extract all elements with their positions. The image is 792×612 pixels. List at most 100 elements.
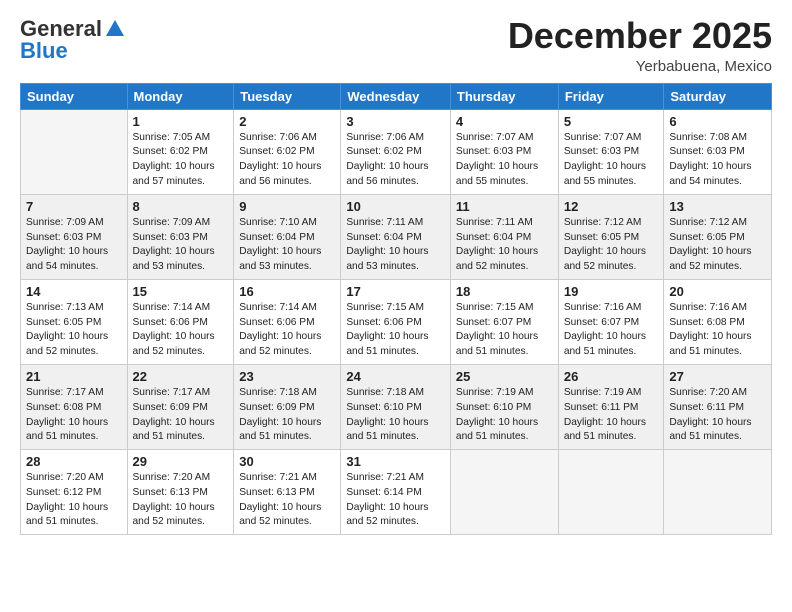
calendar-cell: 25 Sunrise: 7:19 AMSunset: 6:10 PMDayligh… — [450, 364, 558, 449]
week-row-1: 1 Sunrise: 7:05 AMSunset: 6:02 PMDaylight… — [21, 109, 772, 194]
logo-icon — [104, 18, 126, 40]
calendar-cell: 19 Sunrise: 7:16 AMSunset: 6:07 PMDayligh… — [558, 279, 664, 364]
calendar-cell — [450, 450, 558, 535]
day-number: 31 — [346, 454, 445, 469]
col-header-wednesday: Wednesday — [341, 83, 451, 109]
day-info: Sunrise: 7:07 AMSunset: 6:03 PMDaylight:… — [456, 131, 553, 190]
calendar-cell: 28 Sunrise: 7:20 AMSunset: 6:12 PMDayligh… — [21, 450, 128, 535]
day-number: 5 — [564, 114, 659, 129]
calendar-cell — [21, 109, 128, 194]
day-info: Sunrise: 7:14 AMSunset: 6:06 PMDaylight:… — [239, 301, 335, 360]
day-info: Sunrise: 7:12 AMSunset: 6:05 PMDaylight:… — [669, 216, 766, 275]
day-info: Sunrise: 7:21 AMSunset: 6:13 PMDaylight:… — [239, 471, 335, 530]
col-header-monday: Monday — [127, 83, 234, 109]
day-info: Sunrise: 7:09 AMSunset: 6:03 PMDaylight:… — [26, 216, 122, 275]
week-row-4: 21 Sunrise: 7:17 AMSunset: 6:08 PMDayligh… — [21, 364, 772, 449]
day-number: 22 — [133, 369, 229, 384]
month-title: December 2025 — [508, 16, 772, 56]
calendar-cell: 16Sunrise: 7:14 AMSunset: 6:06 PMDayligh… — [234, 279, 341, 364]
day-number: 18 — [456, 284, 553, 299]
logo-blue: Blue — [20, 38, 68, 64]
header: General Blue December 2025 Yerbabuena, M… — [20, 16, 772, 75]
calendar-cell: 7 Sunrise: 7:09 AMSunset: 6:03 PMDaylight… — [21, 194, 128, 279]
calendar-cell: 17 Sunrise: 7:15 AMSunset: 6:06 PMDayligh… — [341, 279, 451, 364]
day-info: Sunrise: 7:13 AMSunset: 6:05 PMDaylight:… — [26, 301, 122, 360]
day-info: Sunrise: 7:06 AMSunset: 6:02 PMDaylight:… — [239, 131, 335, 190]
week-row-5: 28 Sunrise: 7:20 AMSunset: 6:12 PMDayligh… — [21, 450, 772, 535]
calendar-cell: 4 Sunrise: 7:07 AMSunset: 6:03 PMDaylight… — [450, 109, 558, 194]
day-info: Sunrise: 7:11 AMSunset: 6:04 PMDaylight:… — [346, 216, 445, 275]
day-info: Sunrise: 7:16 AMSunset: 6:08 PMDaylight:… — [669, 301, 766, 360]
logo: General Blue — [20, 16, 126, 64]
day-number: 12 — [564, 199, 659, 214]
calendar-cell: 23 Sunrise: 7:18 AMSunset: 6:09 PMDayligh… — [234, 364, 341, 449]
day-number: 15 — [133, 284, 229, 299]
day-number: 25 — [456, 369, 553, 384]
day-number: 9 — [239, 199, 335, 214]
day-number: 27 — [669, 369, 766, 384]
day-info: Sunrise: 7:14 AMSunset: 6:06 PMDaylight:… — [133, 301, 229, 360]
day-number: 13 — [669, 199, 766, 214]
day-info: Sunrise: 7:21 AMSunset: 6:14 PMDaylight:… — [346, 471, 445, 530]
calendar-cell: 11 Sunrise: 7:11 AMSunset: 6:04 PMDayligh… — [450, 194, 558, 279]
day-info: Sunrise: 7:19 AMSunset: 6:10 PMDaylight:… — [456, 386, 553, 445]
day-info: Sunrise: 7:12 AMSunset: 6:05 PMDaylight:… — [564, 216, 659, 275]
col-header-sunday: Sunday — [21, 83, 128, 109]
calendar-cell: 1 Sunrise: 7:05 AMSunset: 6:02 PMDaylight… — [127, 109, 234, 194]
calendar-cell: 22 Sunrise: 7:17 AMSunset: 6:09 PMDayligh… — [127, 364, 234, 449]
calendar-cell: 20 Sunrise: 7:16 AMSunset: 6:08 PMDayligh… — [664, 279, 772, 364]
day-number: 7 — [26, 199, 122, 214]
day-number: 28 — [26, 454, 122, 469]
day-number: 4 — [456, 114, 553, 129]
day-number: 3 — [346, 114, 445, 129]
day-info: Sunrise: 7:09 AMSunset: 6:03 PMDaylight:… — [133, 216, 229, 275]
calendar-cell — [664, 450, 772, 535]
day-info: Sunrise: 7:10 AMSunset: 6:04 PMDaylight:… — [239, 216, 335, 275]
calendar-cell: 27 Sunrise: 7:20 AMSunset: 6:11 PMDayligh… — [664, 364, 772, 449]
calendar-cell: 12 Sunrise: 7:12 AMSunset: 6:05 PMDayligh… — [558, 194, 664, 279]
day-info: Sunrise: 7:11 AMSunset: 6:04 PMDaylight:… — [456, 216, 553, 275]
calendar-cell: 15 Sunrise: 7:14 AMSunset: 6:06 PMDayligh… — [127, 279, 234, 364]
calendar-cell: 13 Sunrise: 7:12 AMSunset: 6:05 PMDayligh… — [664, 194, 772, 279]
day-info: Sunrise: 7:18 AMSunset: 6:10 PMDaylight:… — [346, 386, 445, 445]
day-number: 10 — [346, 199, 445, 214]
calendar-cell: 10 Sunrise: 7:11 AMSunset: 6:04 PMDayligh… — [341, 194, 451, 279]
day-number: 30 — [239, 454, 335, 469]
day-info: Sunrise: 7:20 AMSunset: 6:13 PMDaylight:… — [133, 471, 229, 530]
day-info: Sunrise: 7:15 AMSunset: 6:06 PMDaylight:… — [346, 301, 445, 360]
day-info: Sunrise: 7:08 AMSunset: 6:03 PMDaylight:… — [669, 131, 766, 190]
day-number: 24 — [346, 369, 445, 384]
day-number: 11 — [456, 199, 553, 214]
day-number: 23 — [239, 369, 335, 384]
title-block: December 2025 Yerbabuena, Mexico — [508, 16, 772, 75]
day-info: Sunrise: 7:20 AMSunset: 6:12 PMDaylight:… — [26, 471, 122, 530]
week-row-2: 7 Sunrise: 7:09 AMSunset: 6:03 PMDaylight… — [21, 194, 772, 279]
day-info: Sunrise: 7:06 AMSunset: 6:02 PMDaylight:… — [346, 131, 445, 190]
day-number: 8 — [133, 199, 229, 214]
day-info: Sunrise: 7:05 AMSunset: 6:02 PMDaylight:… — [133, 131, 229, 190]
calendar-cell: 14Sunrise: 7:13 AMSunset: 6:05 PMDayligh… — [21, 279, 128, 364]
col-header-tuesday: Tuesday — [234, 83, 341, 109]
calendar-cell: 26Sunrise: 7:19 AMSunset: 6:11 PMDayligh… — [558, 364, 664, 449]
col-header-thursday: Thursday — [450, 83, 558, 109]
day-info: Sunrise: 7:20 AMSunset: 6:11 PMDaylight:… — [669, 386, 766, 445]
day-number: 17 — [346, 284, 445, 299]
day-number: 21 — [26, 369, 122, 384]
col-header-saturday: Saturday — [664, 83, 772, 109]
day-number: 1 — [133, 114, 229, 129]
page: General Blue December 2025 Yerbabuena, M… — [0, 0, 792, 612]
calendar-cell — [558, 450, 664, 535]
calendar: SundayMondayTuesdayWednesdayThursdayFrid… — [20, 83, 772, 536]
day-info: Sunrise: 7:16 AMSunset: 6:07 PMDaylight:… — [564, 301, 659, 360]
calendar-cell: 31 Sunrise: 7:21 AMSunset: 6:14 PMDayligh… — [341, 450, 451, 535]
day-info: Sunrise: 7:17 AMSunset: 6:09 PMDaylight:… — [133, 386, 229, 445]
day-info: Sunrise: 7:18 AMSunset: 6:09 PMDaylight:… — [239, 386, 335, 445]
calendar-cell: 6Sunrise: 7:08 AMSunset: 6:03 PMDaylight… — [664, 109, 772, 194]
day-number: 19 — [564, 284, 659, 299]
calendar-cell: 3 Sunrise: 7:06 AMSunset: 6:02 PMDaylight… — [341, 109, 451, 194]
calendar-cell: 29Sunrise: 7:20 AMSunset: 6:13 PMDayligh… — [127, 450, 234, 535]
day-number: 20 — [669, 284, 766, 299]
day-info: Sunrise: 7:17 AMSunset: 6:08 PMDaylight:… — [26, 386, 122, 445]
calendar-cell: 2Sunrise: 7:06 AMSunset: 6:02 PMDaylight… — [234, 109, 341, 194]
calendar-cell: 21 Sunrise: 7:17 AMSunset: 6:08 PMDayligh… — [21, 364, 128, 449]
